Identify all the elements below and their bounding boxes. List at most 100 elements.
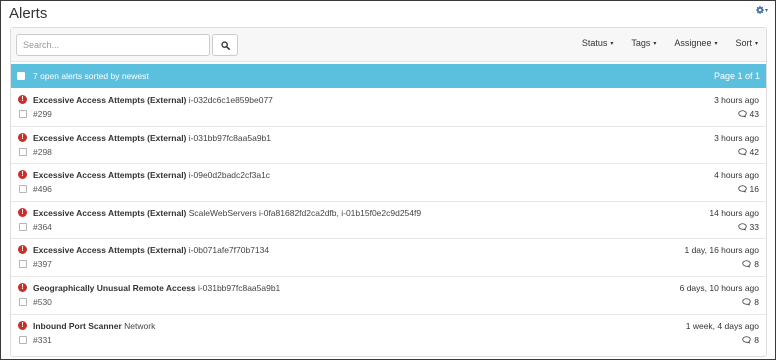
alert-name: Excessive Access Attempts (External) (33, 245, 187, 256)
comment-count: 43 (749, 109, 759, 119)
filter-bar: Status ▾ Tags ▾ Assignee ▾ Sort ▾ (582, 38, 758, 48)
settings-menu[interactable]: ▾ (755, 6, 768, 14)
alert-title[interactable]: Geographically Unusual Remote Access i-0… (33, 283, 280, 293)
alert-icon: ! (18, 170, 27, 180)
alert-number: #530 (33, 296, 52, 307)
alert-icon: ! (18, 95, 27, 104)
chevron-down-icon: ▾ (653, 40, 657, 47)
alert-row[interactable]: ! Excessive Access Attempts (External) i… (11, 239, 766, 277)
comment-icon (742, 335, 751, 344)
alert-time: 1 day, 16 hours ago (684, 245, 759, 256)
alert-row[interactable]: ! Excessive Access Attempts (External) i… (11, 89, 766, 127)
comment-count: 8 (754, 334, 759, 345)
alerts-panel: Status ▾ Tags ▾ Assignee ▾ Sort ▾ 7 (10, 27, 767, 357)
page-info: Page 1 of 1 (713, 71, 760, 81)
row-checkbox[interactable] (19, 222, 27, 231)
alert-detail: i-031bb97fc8aa5a9b1 (188, 132, 272, 143)
gear-icon (755, 6, 764, 14)
alert-comments: 43 (737, 109, 759, 119)
comment-icon (737, 185, 747, 193)
alert-title[interactable]: Excessive Access Attempts (External) i-0… (33, 170, 270, 180)
comment-icon (737, 223, 747, 231)
alert-comments: 33 (737, 221, 759, 232)
alert-name: Inbound Port Scanner (33, 320, 122, 331)
alert-title[interactable]: Excessive Access Attempts (External) i-0… (33, 245, 269, 255)
alert-number: #397 (33, 259, 52, 270)
alert-name: Geographically Unusual Remote Access (33, 282, 196, 293)
comment-icon (742, 298, 751, 306)
chevron-down-icon: ▾ (754, 40, 758, 47)
row-checkbox[interactable] (19, 260, 27, 269)
row-checkbox[interactable] (19, 185, 27, 194)
comment-count: 42 (749, 146, 759, 157)
alert-number: #299 (33, 109, 52, 119)
alert-comments: 8 (742, 297, 759, 307)
status-filter[interactable]: Status ▾ (582, 38, 614, 48)
alert-name: Excessive Access Attempts (External) (33, 132, 187, 143)
alert-time: 14 hours ago (709, 207, 759, 218)
assignee-filter-label: Assignee (674, 38, 712, 48)
chevron-down-icon: ▾ (714, 40, 718, 47)
alert-time: 1 week, 4 days ago (685, 320, 759, 331)
alert-row[interactable]: ! Excessive Access Attempts (External) i… (11, 127, 766, 165)
alert-comments: 8 (742, 335, 759, 345)
alert-name: Excessive Access Attempts (External) (33, 95, 187, 105)
alert-row[interactable]: ! Geographically Unusual Remote Access i… (11, 277, 766, 315)
alert-detail: i-0b071afe7f70b7134 (188, 245, 270, 256)
alert-detail: i-031bb97fc8aa5a9b1 (198, 282, 281, 293)
summary-bar: 7 open alerts sorted by newest Page 1 of… (11, 64, 766, 88)
row-checkbox[interactable] (19, 335, 27, 344)
alert-title[interactable]: Excessive Access Attempts (External) Sca… (33, 208, 421, 218)
comment-count: 16 (749, 184, 759, 195)
tags-filter[interactable]: Tags ▾ (631, 38, 656, 48)
alert-title[interactable]: Excessive Access Attempts (External) i-0… (33, 133, 271, 143)
sort-filter-label: Sort (735, 38, 752, 48)
alert-time: 4 hours ago (714, 170, 759, 181)
row-checkbox[interactable] (19, 110, 27, 118)
assignee-filter[interactable]: Assignee ▾ (674, 38, 717, 48)
alert-list: ! Excessive Access Attempts (External) i… (11, 89, 766, 352)
alert-icon: ! (18, 320, 27, 330)
tags-filter-label: Tags (631, 38, 651, 48)
chevron-down-icon: ▾ (764, 7, 768, 14)
alert-number: #298 (33, 146, 52, 157)
alert-detail: i-032dc6c1e859be077 (188, 95, 273, 105)
alert-icon: ! (18, 132, 27, 142)
row-checkbox[interactable] (19, 147, 27, 156)
alert-icon: ! (18, 207, 27, 217)
comment-icon (737, 110, 747, 118)
chevron-down-icon: ▾ (610, 40, 614, 47)
status-filter-label: Status (581, 38, 608, 48)
row-checkbox[interactable] (19, 297, 27, 306)
alert-number: #496 (33, 184, 52, 195)
alert-row[interactable]: ! Inbound Port Scanner Network #331 1 we… (11, 315, 766, 353)
alert-detail: Network (124, 320, 156, 331)
alert-number: #331 (33, 334, 52, 345)
sort-filter[interactable]: Sort ▾ (735, 38, 758, 48)
alerts-window: Alerts ▾ Status ▾ Tags (0, 0, 776, 360)
search-button[interactable] (212, 34, 238, 56)
alert-time: 3 hours ago (714, 95, 759, 105)
select-all-checkbox[interactable] (17, 72, 25, 80)
alert-title[interactable]: Inbound Port Scanner Network (33, 321, 155, 331)
alert-time: 6 days, 10 hours ago (679, 282, 759, 293)
alert-detail: ScaleWebServers i-0fa81682fd2ca2dfb, i-0… (188, 207, 422, 218)
alert-time: 3 hours ago (714, 132, 759, 143)
alert-name: Excessive Access Attempts (External) (33, 207, 187, 218)
alert-row[interactable]: ! Excessive Access Attempts (External) S… (11, 202, 766, 240)
alert-comments: 16 (737, 184, 759, 195)
comment-icon (737, 147, 747, 156)
comment-count: 8 (754, 259, 759, 270)
comment-count: 33 (749, 221, 759, 232)
search-input[interactable] (16, 34, 210, 56)
alert-comments: 8 (742, 259, 759, 269)
alert-row[interactable]: ! Excessive Access Attempts (External) i… (11, 164, 766, 202)
comment-icon (742, 260, 751, 269)
page-title: Alerts (9, 5, 48, 22)
comment-count: 8 (754, 296, 759, 307)
summary-text: 7 open alerts sorted by newest (33, 71, 149, 81)
alert-icon: ! (18, 282, 27, 292)
alert-comments: 42 (737, 146, 759, 157)
alert-icon: ! (18, 245, 27, 255)
alert-title[interactable]: Excessive Access Attempts (External) i-0… (33, 95, 273, 105)
